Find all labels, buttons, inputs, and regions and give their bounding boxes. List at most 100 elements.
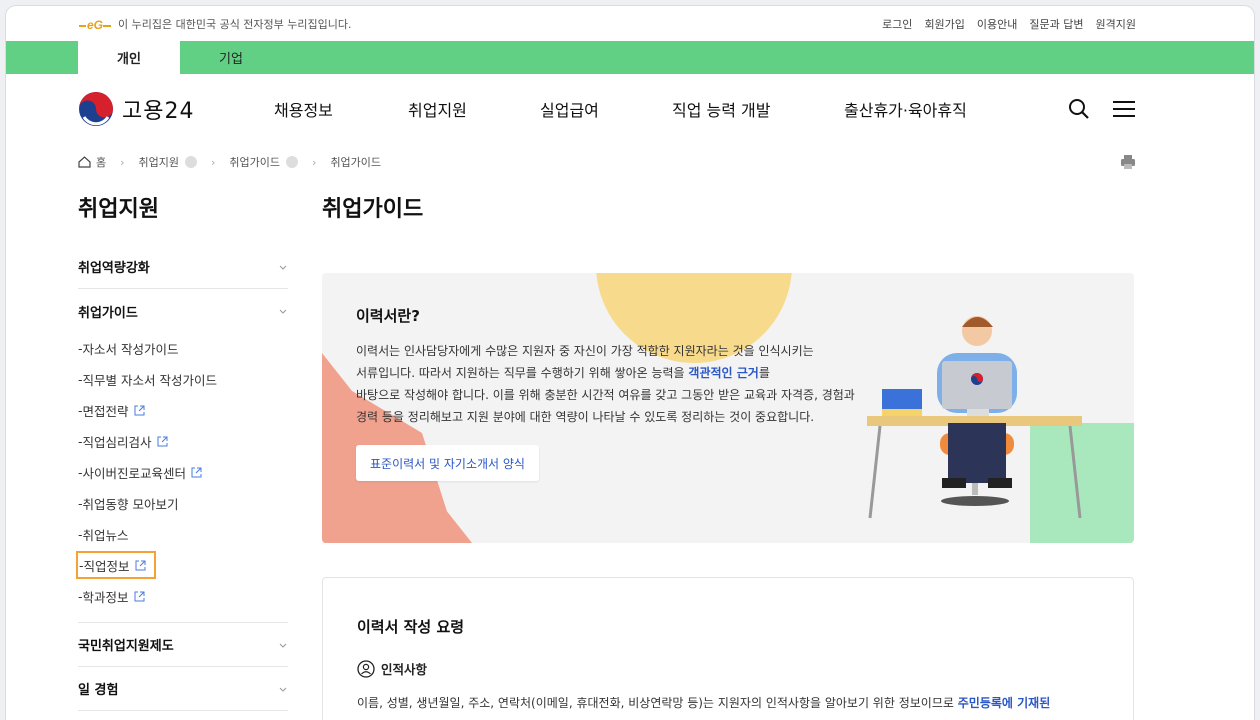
breadcrumb-separator: › — [312, 155, 317, 169]
sidebar-sub-news[interactable]: - 취업뉴스 — [78, 519, 288, 550]
gov-banner: eG 이 누리집은 대한민국 공식 전자정부 누리집입니다. 로그인 회원가입 … — [6, 6, 1254, 41]
banner-line: 서류입니다. 따라서 지원하는 직무를 수행하기 위해 쌓아온 능력을 — [356, 366, 689, 380]
breadcrumb-dropdown-icon[interactable] — [286, 156, 299, 168]
resume-template-button[interactable]: 표준이력서 및 자기소개서 양식 — [356, 445, 539, 481]
sub-item-label: 직업심리검사 — [82, 435, 152, 450]
breadcrumb-dropdown-icon[interactable] — [185, 156, 198, 168]
sidebar-group-guide[interactable]: 취업가이드 — [78, 289, 288, 333]
signup-link[interactable]: 회원가입 — [924, 16, 964, 32]
search-icon[interactable] — [1068, 98, 1090, 120]
chevron-down-icon — [279, 265, 287, 270]
breadcrumb-level2[interactable]: 취업가이드 — [229, 154, 299, 170]
browser-frame: eG 이 누리집은 대한민국 공식 전자정부 누리집입니다. 로그인 회원가입 … — [6, 6, 1254, 720]
banner-title: 이력서란? — [356, 307, 420, 325]
global-nav: 고용24 채용정보 취업지원 실업급여 직업 능력 개발 출산휴가·육아휴직 — [6, 74, 1254, 144]
sidebar-title: 취업지원 — [78, 197, 159, 222]
sidebar-sub-resume-guide[interactable]: - 자소서 작성가이드 — [78, 333, 288, 364]
banner-line: 이력서는 인사담당자에게 수많은 지원자 중 자신이 가장 적합한 지원자라는 … — [356, 344, 814, 358]
gov-banner-text: 이 누리집은 대한민국 공식 전자정부 누리집입니다. — [118, 17, 352, 31]
banner-line: 경력 등을 정리해보고 지원 분야에 대한 역량이 나타날 수 있도록 정리하는… — [356, 410, 815, 424]
menu-skills-development[interactable]: 직업 능력 개발 — [672, 97, 844, 121]
breadcrumb-current: 취업가이드 — [330, 154, 381, 170]
banner-text: 이력서란? 이력서는 인사담당자에게 수많은 지원자 중 자신이 가장 적합한 … — [356, 305, 876, 428]
sub-item-label: 자소서 작성가이드 — [82, 342, 179, 357]
breadcrumb-separator: › — [120, 155, 125, 169]
tab-personal[interactable]: 개인 — [78, 41, 180, 74]
print-icon[interactable] — [1120, 154, 1136, 170]
external-link-icon — [135, 560, 146, 570]
sidebar-group-label: 취업역량강화 — [78, 261, 150, 276]
menu-unemployment-benefit[interactable]: 실업급여 — [540, 97, 672, 121]
sub-item-label: 직업정보 — [83, 558, 130, 574]
sub-item-label: 면접전략 — [82, 404, 129, 419]
sidebar-group-label: 취업가이드 — [78, 305, 138, 321]
sub-item-label: 학과정보 — [82, 590, 129, 605]
external-link-icon — [191, 467, 202, 478]
qna-link[interactable]: 질문과 답변 — [1029, 16, 1083, 32]
sidebar-sub-cyber-career[interactable]: - 사이버진로교육센터 — [78, 457, 288, 488]
sidebar-sub-job-info[interactable]: - 직업정보 — [76, 551, 156, 579]
external-link-icon — [134, 405, 145, 416]
sidebar-group-label: 국민취업지원제도 — [78, 639, 174, 654]
sidebar-group-capacity[interactable]: 취업역량강화 — [78, 245, 288, 289]
logo-text: 고용24 — [122, 99, 195, 124]
sidebar-group-label: 일 경험 — [78, 683, 119, 698]
breadcrumb-separator: › — [211, 155, 216, 169]
sidebar-sub-job-resume-guide[interactable]: - 직무별 자소서 작성가이드 — [78, 364, 288, 395]
main-content: 취업가이드 이력서란? 이력서는 인사담당자에게 수많은 지원자 중 자신이 가… — [322, 191, 1134, 720]
page-title: 취업가이드 — [322, 197, 424, 222]
menu-jobs[interactable]: 채용정보 — [274, 97, 408, 121]
site-logo[interactable]: 고용24 — [78, 91, 274, 127]
breadcrumb-home[interactable]: 홈 — [78, 154, 106, 170]
sidebar-sub-psych-test[interactable]: - 직업심리검사 — [78, 426, 288, 457]
resume-tips-card: 이력서 작성 요령 인적사항 이름, 성별, 생년월일, 주소, 연락처(이메일… — [322, 577, 1134, 720]
sidebar: 취업지원 취업역량강화 취업가이드 - 자소서 작성가이드 - 직무별 자소서 작성… — [76, 191, 288, 711]
sidebar-sub-trends[interactable]: - 취업동향 모아보기 — [78, 488, 288, 519]
chevron-down-icon — [279, 309, 287, 314]
breadcrumb-home-label: 홈 — [96, 156, 107, 169]
sidebar-group-national-support[interactable]: 국민취업지원제도 — [78, 623, 288, 667]
chevron-down-icon — [279, 687, 287, 692]
card-text: 이름, 성별, 생년월일, 주소, 연락처(이메일, 휴대전화, 비상연락망 등… — [357, 696, 958, 710]
card-paragraph: 이름, 성별, 생년월일, 주소, 연락처(이메일, 휴대전화, 비상연락망 등… — [357, 694, 1099, 711]
menu-employment-support[interactable]: 취업지원 — [408, 97, 540, 121]
breadcrumb-level1[interactable]: 취업지원 — [138, 154, 198, 170]
hamburger-menu-icon[interactable] — [1112, 99, 1136, 119]
sub-item-label: 취업동향 모아보기 — [82, 497, 179, 512]
svg-text:eG: eG — [87, 18, 103, 31]
sidebar-group-work-experience[interactable]: 일 경험 — [78, 667, 288, 711]
remote-support-link[interactable]: 원격지원 — [1096, 16, 1136, 32]
breadcrumb-level1-label: 취업지원 — [138, 156, 180, 169]
menu-parental-leave[interactable]: 출산휴가·육아휴직 — [844, 97, 967, 121]
sidebar-sub-interview[interactable]: - 면접전략 — [78, 395, 288, 426]
card-subheading-label: 인적사항 — [381, 662, 428, 677]
breadcrumb-level2-label: 취업가이드 — [229, 156, 281, 169]
external-link-icon — [134, 591, 145, 602]
main-menu: 채용정보 취업지원 실업급여 직업 능력 개발 출산휴가·육아휴직 — [274, 97, 1068, 121]
login-link[interactable]: 로그인 — [882, 16, 912, 32]
external-link-icon — [157, 436, 168, 447]
banner-line: 를 — [758, 366, 770, 380]
banner-line: 바탕으로 작성해야 합니다. 이를 위해 충분한 시간적 여유를 갖고 그동안 … — [356, 388, 855, 402]
card-subheading: 인적사항 — [357, 659, 1099, 678]
breadcrumb: 홈 › 취업지원 › 취업가이드 › 취업가이드 — [6, 144, 1254, 180]
egov-logo-icon: eG — [79, 18, 111, 31]
sidebar-sub-major-info[interactable]: - 학과정보 — [78, 581, 288, 612]
banner-keyword: 객관적인 근거 — [688, 366, 759, 380]
banner-paragraph: 이력서는 인사담당자에게 수많은 지원자 중 자신이 가장 적합한 지원자라는 … — [356, 340, 876, 428]
chevron-down-icon — [279, 643, 287, 648]
user-type-tabs: 개인 기업 — [6, 41, 1254, 74]
sub-item-label: 취업뉴스 — [82, 528, 129, 543]
sidebar-sub-list: - 자소서 작성가이드 - 직무별 자소서 작성가이드 - 면접전략 - 직업심리검사 … — [76, 333, 288, 623]
breadcrumb-current-label: 취업가이드 — [330, 156, 382, 169]
sub-item-label: 사이버진로교육센터 — [82, 466, 187, 481]
tab-company[interactable]: 기업 — [180, 41, 282, 74]
guide-link[interactable]: 이용안내 — [977, 16, 1017, 32]
taegeuk-logo-icon — [79, 92, 113, 126]
person-icon — [357, 659, 375, 678]
sub-item-label: 직무별 자소서 작성가이드 — [82, 373, 217, 388]
card-keyword: 주민등록에 기재된 — [957, 696, 1051, 710]
card-title: 이력서 작성 요령 — [357, 618, 465, 636]
resume-intro-banner: 이력서란? 이력서는 인사담당자에게 수많은 지원자 중 자신이 가장 적합한 … — [322, 273, 1134, 543]
home-icon — [78, 156, 91, 168]
